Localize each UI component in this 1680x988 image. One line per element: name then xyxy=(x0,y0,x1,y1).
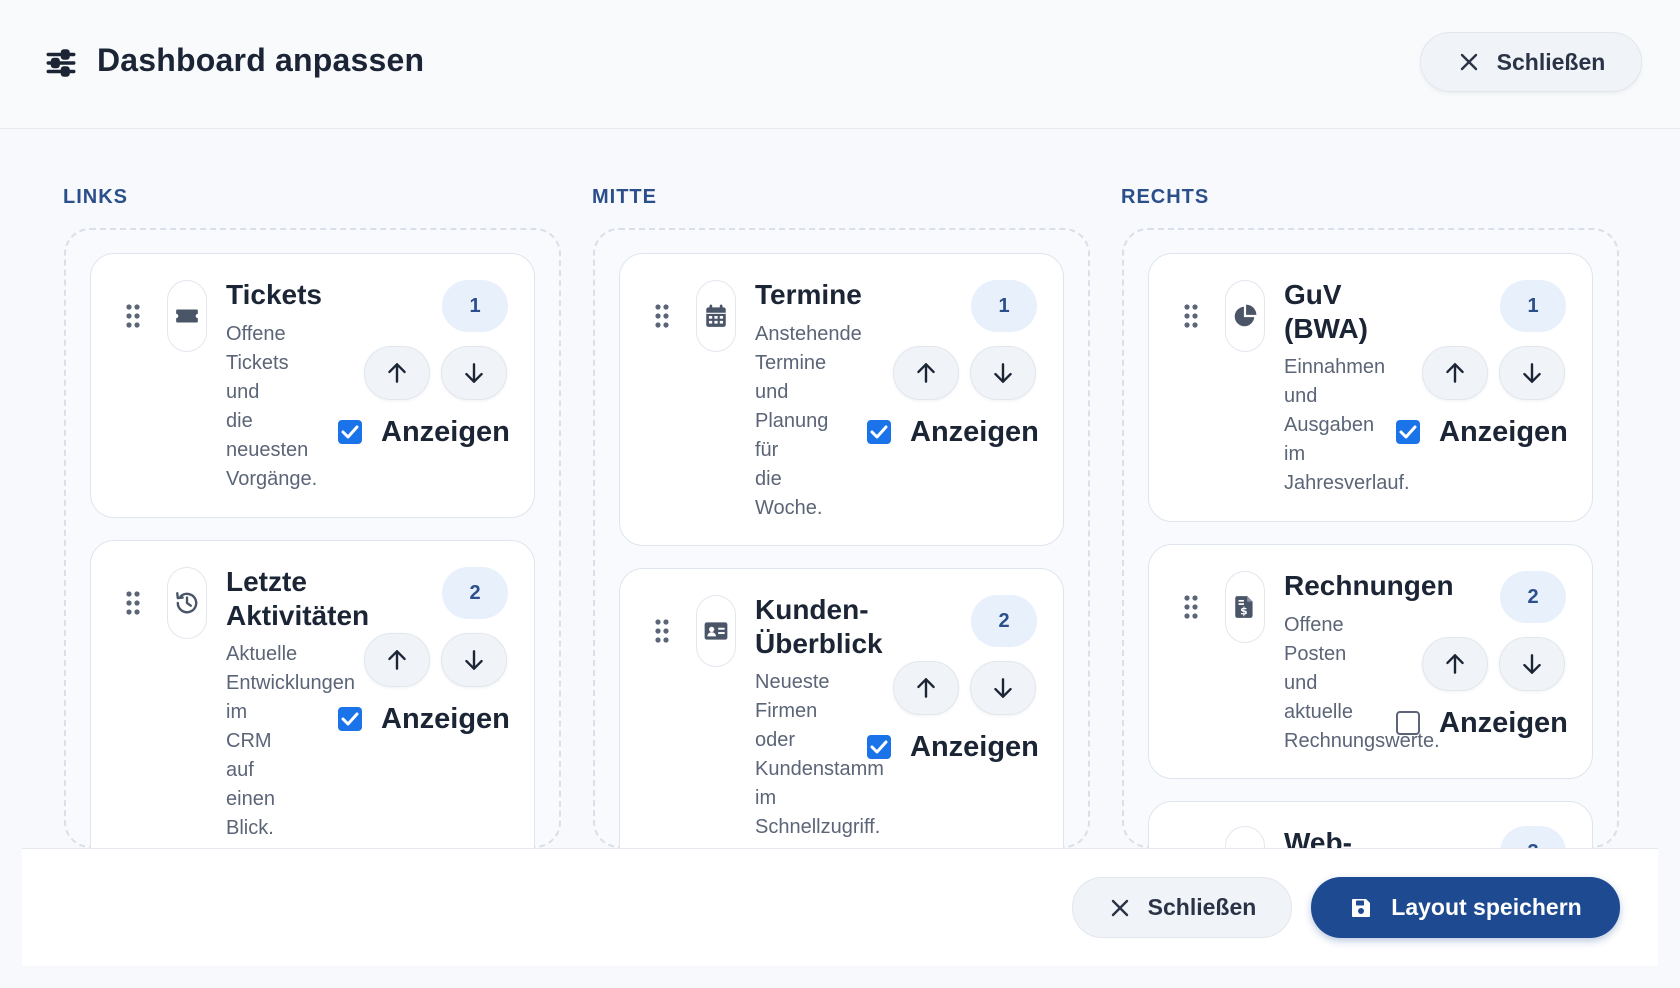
show-label[interactable]: Anzeigen xyxy=(1439,707,1568,740)
arrow-down-icon xyxy=(1523,363,1541,383)
move-up-button[interactable] xyxy=(364,633,430,687)
arrow-down-icon xyxy=(994,363,1012,383)
widget-description: Anstehende Termine und Planung für die Woche. xyxy=(755,323,862,519)
close-button-top[interactable]: Schließen xyxy=(1420,32,1642,92)
history-icon xyxy=(176,592,198,614)
widget-title: Letzte Aktivitäten xyxy=(226,566,370,631)
widget-title: Kunden- Überblick xyxy=(755,594,883,659)
arrow-down-icon xyxy=(994,678,1012,698)
widget-card-customer-overview[interactable]: Kunden- Überblick Neueste Firmen oder Kunden… xyxy=(619,568,1064,888)
widget-card-appointments[interactable]: Termine Anstehende Termine und Planung für di… xyxy=(619,253,1064,546)
checkmark-icon xyxy=(1399,425,1417,439)
move-down-button[interactable] xyxy=(1499,346,1565,400)
svg-text:$: $ xyxy=(1240,605,1248,618)
show-checkbox[interactable] xyxy=(338,420,362,444)
move-up-button[interactable] xyxy=(1422,346,1488,400)
widget-description: Neueste Firmen oder Kundenstamm im Schnellzug… xyxy=(755,671,884,838)
show-label[interactable]: Anzeigen xyxy=(1439,416,1568,449)
close-icon xyxy=(1111,899,1128,916)
checkmark-icon xyxy=(870,425,888,439)
order-badge: 1 xyxy=(1500,280,1566,332)
pie-chart-icon xyxy=(1234,304,1257,327)
modal-title: Dashboard anpassen xyxy=(97,42,425,78)
move-down-button[interactable] xyxy=(441,346,507,400)
arrow-up-icon xyxy=(388,363,406,383)
ticket-icon xyxy=(176,309,198,323)
show-label[interactable]: Anzeigen xyxy=(910,731,1039,764)
widget-icon-frame xyxy=(167,280,207,352)
move-up-button[interactable] xyxy=(893,346,959,400)
customize-dashboard-modal: Dashboard anpassen Schließen LINKS MITTE… xyxy=(0,0,1680,988)
drag-handle-icon[interactable] xyxy=(654,303,670,329)
show-checkbox[interactable] xyxy=(867,735,891,759)
widget-icon-frame xyxy=(167,567,207,639)
widget-title: Rechnungen xyxy=(1284,570,1454,601)
widget-icon-frame xyxy=(696,280,736,352)
drag-handle-icon[interactable] xyxy=(1183,303,1199,329)
arrow-up-icon xyxy=(388,650,406,670)
widget-title: GuV (BWA) xyxy=(1284,279,1368,344)
checkmark-icon xyxy=(341,425,359,439)
checkmark-icon xyxy=(870,740,888,754)
show-checkbox[interactable] xyxy=(1396,420,1420,444)
close-button-bottom[interactable]: Schließen xyxy=(1072,877,1292,938)
arrow-up-icon xyxy=(917,678,935,698)
arrow-up-icon xyxy=(917,363,935,383)
widget-description: Aktuelle Entwicklungen im CRM auf einen Blick. xyxy=(226,643,355,839)
move-down-button[interactable] xyxy=(1499,637,1565,691)
close-button-label: Schließen xyxy=(1496,48,1606,75)
widget-card-profit-loss[interactable]: GuV (BWA) Einnahmen und Ausgaben im Jahresver… xyxy=(1148,253,1593,522)
widget-title: Tickets xyxy=(226,279,322,310)
move-down-button[interactable] xyxy=(970,346,1036,400)
move-up-button[interactable] xyxy=(893,661,959,715)
drag-handle-icon[interactable] xyxy=(1183,594,1199,620)
column-label-left: LINKS xyxy=(63,186,128,208)
drag-handle-icon[interactable] xyxy=(125,590,141,616)
contact-card-icon xyxy=(704,622,728,640)
show-checkbox[interactable] xyxy=(867,420,891,444)
order-badge: 2 xyxy=(971,595,1037,647)
drag-handle-icon[interactable] xyxy=(125,303,141,329)
show-label[interactable]: Anzeigen xyxy=(910,416,1039,449)
widget-description: Einnahmen und Ausgaben im Jahresverlauf. xyxy=(1284,356,1410,494)
move-down-button[interactable] xyxy=(441,633,507,687)
save-layout-button[interactable]: Layout speichern xyxy=(1311,877,1620,938)
widget-title: Termine xyxy=(755,279,862,310)
move-up-button[interactable] xyxy=(1422,637,1488,691)
order-badge: 1 xyxy=(442,280,508,332)
widget-card-invoices[interactable]: $ Rechnungen Offene Posten und aktuelle Rech… xyxy=(1148,544,1593,779)
arrow-down-icon xyxy=(465,363,483,383)
order-badge: 2 xyxy=(1500,571,1566,623)
invoice-icon: $ xyxy=(1235,596,1253,618)
widget-card-recent-activities[interactable]: Letzte Aktivitäten Aktuelle Entwicklungen i… xyxy=(90,540,535,880)
sliders-icon xyxy=(46,49,76,77)
arrow-down-icon xyxy=(465,650,483,670)
widget-card-tickets[interactable]: Tickets Offene Tickets und die neuesten Vorgä… xyxy=(90,253,535,518)
move-up-button[interactable] xyxy=(364,346,430,400)
save-icon xyxy=(1352,898,1371,917)
widget-description: Offene Tickets und die neuesten Vorgänge. xyxy=(226,323,318,490)
arrow-down-icon xyxy=(1523,654,1541,674)
checkmark-icon xyxy=(341,712,359,726)
drag-handle-icon[interactable] xyxy=(654,618,670,644)
modal-header: Dashboard anpassen Schließen xyxy=(0,0,1680,129)
arrow-up-icon xyxy=(1446,363,1464,383)
column-label-right: RECHTS xyxy=(1121,186,1210,208)
widget-icon-frame xyxy=(696,595,736,667)
order-badge: 2 xyxy=(442,567,508,619)
show-checkbox[interactable] xyxy=(1396,711,1420,735)
move-down-button[interactable] xyxy=(970,661,1036,715)
save-layout-label: Layout speichern xyxy=(1391,894,1582,920)
close-icon xyxy=(1460,53,1477,71)
show-label[interactable]: Anzeigen xyxy=(381,416,510,449)
close-button-label: Schließen xyxy=(1147,894,1257,920)
column-label-middle: MITTE xyxy=(592,186,657,208)
order-badge: 1 xyxy=(971,280,1037,332)
show-checkbox[interactable] xyxy=(338,707,362,731)
show-label[interactable]: Anzeigen xyxy=(381,703,510,736)
arrow-up-icon xyxy=(1446,654,1464,674)
calendar-icon xyxy=(706,304,726,327)
widget-icon-frame xyxy=(1225,280,1265,352)
widget-icon-frame: $ xyxy=(1225,571,1265,643)
